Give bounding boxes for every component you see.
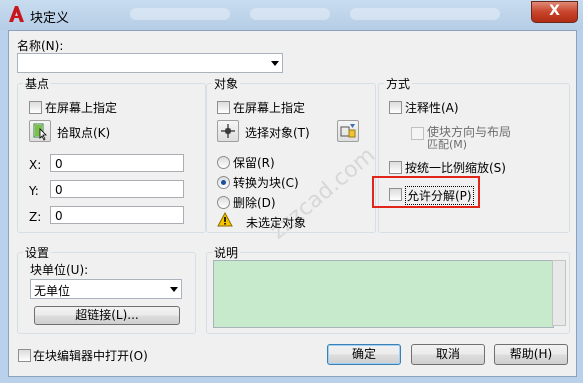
close-icon: X — [549, 3, 560, 19]
help-button[interactable]: 帮助(H) — [494, 344, 568, 365]
open-in-editor-checkbox[interactable] — [18, 349, 31, 362]
objects-specify-on-screen-label: 在屏幕上指定 — [233, 101, 306, 115]
base-specify-on-screen-checkbox[interactable] — [29, 101, 42, 114]
pick-point-label: 拾取点(K) — [57, 126, 111, 140]
block-unit-label: 块单位(U): — [30, 263, 89, 277]
block-unit-value: 无单位 — [34, 284, 71, 298]
base-specify-on-screen-label: 在屏幕上指定 — [45, 101, 118, 115]
crosshair-icon — [221, 124, 235, 138]
scale-uniformly-checkbox[interactable] — [389, 161, 402, 174]
description-textarea[interactable] — [213, 260, 554, 328]
title-blur-3 — [350, 8, 500, 20]
select-objects-button[interactable] — [217, 120, 239, 142]
open-in-editor-label: 在块编辑器中打开(O) — [33, 349, 148, 363]
name-combobox[interactable] — [17, 53, 283, 73]
title-blur-2 — [250, 8, 330, 20]
block-unit-select[interactable]: 无单位 — [30, 279, 182, 299]
settings-title: 设置 — [23, 244, 52, 261]
no-objects-selected-label: 未选定对象 — [246, 216, 307, 230]
match-orientation-checkbox[interactable] — [411, 127, 424, 140]
chevron-down-icon — [271, 61, 279, 66]
behavior-title: 方式 — [384, 75, 413, 92]
dialog-client: zzzcad.com 名称(N): 基点 在屏幕上指定 拾取点(K) X: 0 … — [8, 30, 577, 377]
title-blur-1 — [130, 8, 230, 20]
warning-icon — [217, 212, 233, 227]
annotative-label: 注释性(A) — [405, 101, 459, 115]
delete-radio[interactable] — [217, 196, 230, 209]
radio-selected-dot — [221, 180, 226, 185]
retain-label: 保留(R) — [233, 156, 275, 170]
x-input[interactable]: 0 — [50, 154, 184, 172]
match-orientation-label-line2: 匹配(M) — [427, 138, 468, 151]
name-label: 名称(N): — [17, 39, 64, 53]
annotative-checkbox[interactable] — [389, 101, 402, 114]
select-objects-label: 选择对象(T) — [245, 126, 310, 140]
objects-title: 对象 — [212, 75, 241, 92]
z-input[interactable]: 0 — [50, 206, 184, 224]
title-bar[interactable]: 块定义 X — [0, 0, 583, 30]
hyperlink-button[interactable]: 超链接(L)... — [34, 306, 180, 325]
y-label: Y: — [29, 184, 39, 198]
delete-label: 删除(D) — [233, 196, 276, 210]
description-title: 说明 — [212, 244, 241, 261]
cancel-button[interactable]: 取消 — [411, 344, 485, 365]
convert-to-block-label: 转换为块(C) — [233, 176, 299, 190]
allow-exploding-checkbox[interactable] — [389, 188, 402, 201]
convert-to-block-radio[interactable] — [217, 176, 230, 189]
retain-radio[interactable] — [217, 156, 230, 169]
autocad-logo-icon — [9, 6, 24, 22]
quick-select-icon — [340, 124, 356, 138]
z-label: Z: — [29, 210, 42, 224]
close-button[interactable]: X — [531, 1, 578, 23]
y-input[interactable]: 0 — [50, 180, 184, 198]
quick-select-button[interactable] — [337, 120, 359, 142]
dialog-window: 块定义 X zzzcad.com 名称(N): 基点 在屏幕上指定 拾取点(K)… — [0, 0, 583, 383]
pick-point-icon — [33, 123, 47, 141]
description-scrollbar[interactable] — [552, 260, 566, 326]
base-point-title: 基点 — [23, 75, 52, 92]
allow-exploding-label: 允许分解(P) — [405, 186, 474, 205]
objects-specify-on-screen-checkbox[interactable] — [217, 101, 230, 114]
window-title: 块定义 — [30, 11, 70, 26]
pick-point-button[interactable] — [29, 120, 51, 142]
ok-button[interactable]: 确定 — [327, 344, 401, 365]
scale-uniformly-label: 按统一比例缩放(S) — [405, 161, 506, 175]
chevron-down-icon — [170, 287, 178, 292]
x-label: X: — [29, 158, 42, 172]
